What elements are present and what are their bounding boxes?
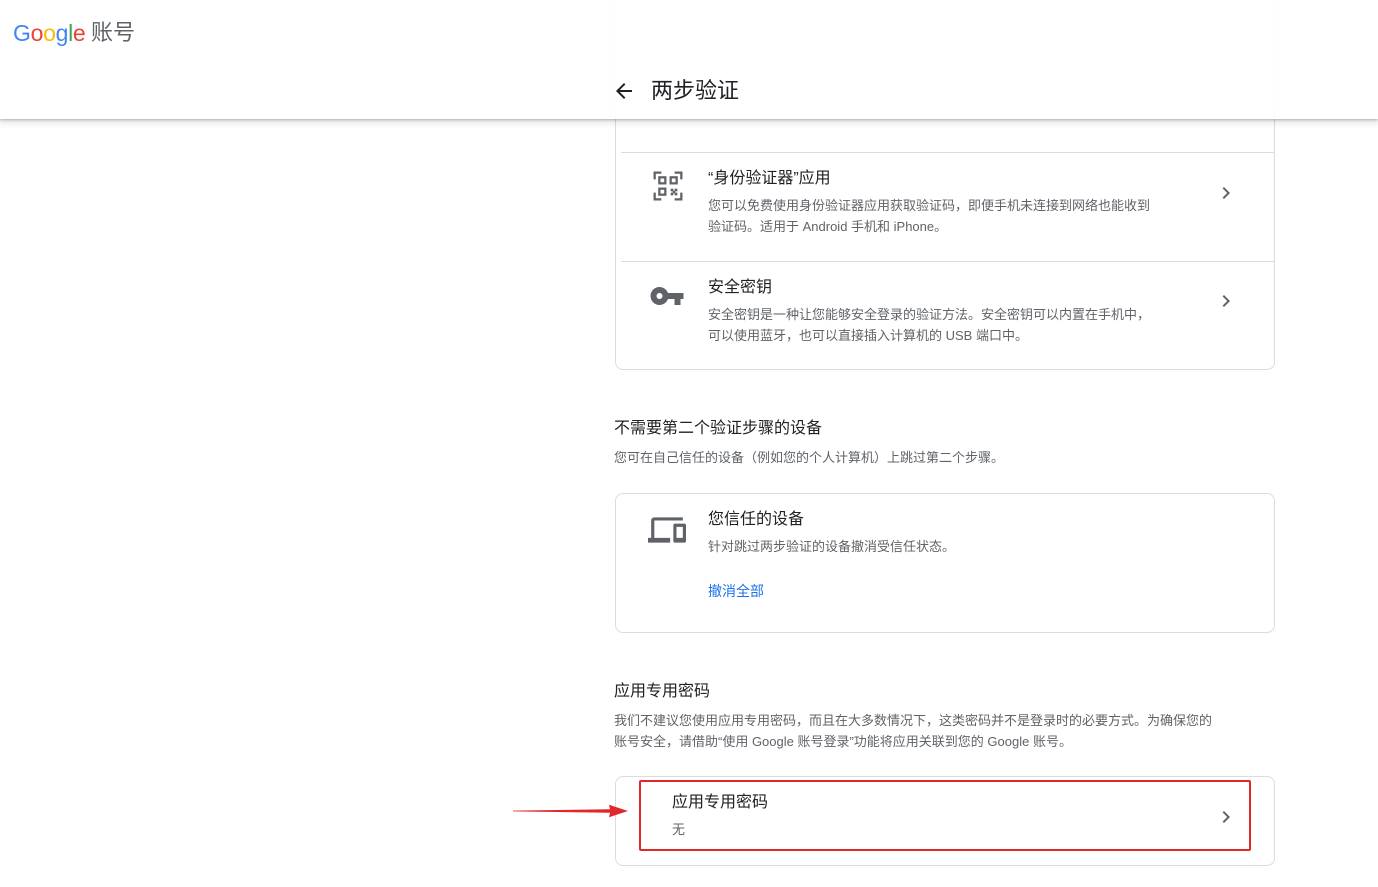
row-divider: [621, 152, 1274, 153]
app-passwords-count: 无: [672, 822, 686, 837]
description-line: 验证码。适用于 Android 手机和 iPhone。: [708, 219, 948, 234]
description-line: 您可以免费使用身份验证器应用获取验证码，即便手机未连接到网络也能收到: [708, 198, 1151, 213]
trusted-devices-subtitle: 您可在自己信任的设备（例如您的个人计算机）上跳过第二个步骤。: [614, 450, 1005, 465]
security-key-row[interactable]: 安全密钥 安全密钥是一种让您能够安全登录的验证方法。安全密钥可以内置在手机中， …: [616, 261, 1274, 369]
trusted-devices-card: 您信任的设备 针对跳过两步验证的设备撤消受信任状态。 撤消全部: [615, 493, 1275, 633]
page-title: 两步验证: [651, 78, 740, 103]
logo-letter: o: [30, 20, 44, 46]
authenticator-app-title: “身份验证器”应用: [708, 170, 831, 187]
app-passwords-card: 应用专用密码 无: [615, 776, 1275, 866]
arrow-shape: [513, 804, 628, 818]
chevron-right-icon[interactable]: [1214, 805, 1238, 829]
logo-letter: g: [55, 20, 69, 46]
key-icon: [650, 287, 684, 305]
logo-letter: o: [43, 20, 56, 46]
top-app-bar: Google 账号 两步验证: [0, 0, 1378, 119]
annotation-arrow-icon: [513, 804, 628, 818]
description-line: 可以使用蓝牙，也可以直接插入计算机的 USB 端口中。: [708, 328, 1028, 343]
chevron-right-icon[interactable]: [1214, 181, 1238, 205]
trusted-devices-description: 针对跳过两步验证的设备撤消受信任状态。: [708, 539, 956, 554]
description-line: 安全密钥是一种让您能够安全登录的验证方法。安全密钥可以内置在手机中，: [708, 307, 1151, 322]
app-passwords-row[interactable]: 应用专用密码 无: [616, 777, 1274, 865]
revoke-all-link[interactable]: 撤消全部: [708, 581, 764, 601]
logo-letter: e: [72, 20, 86, 46]
description-line: 账号安全，请借助“使用 Google 账号登录”功能将应用关联到您的 Googl…: [614, 734, 1072, 749]
row-divider: [621, 261, 1274, 262]
security-key-title: 安全密钥: [708, 279, 773, 296]
trusted-devices-title: 您信任的设备: [708, 511, 805, 528]
authenticator-app-row[interactable]: “身份验证器”应用 您可以免费使用身份验证器应用获取验证码，即便手机未连接到网络…: [616, 152, 1274, 261]
description-line: 我们不建议您使用应用专用密码，而且在大多数情况下，这类密码并不是登录时的必要方式…: [614, 713, 1213, 728]
authenticator-app-description: 您可以免费使用身份验证器应用获取验证码，即便手机未连接到网络也能收到 验证码。适…: [708, 195, 1150, 237]
chevron-right-icon[interactable]: [1214, 289, 1238, 313]
arrow-back-icon[interactable]: [612, 79, 636, 103]
app-passwords-description: 我们不建议您使用应用专用密码，而且在大多数情况下，这类密码并不是登录时的必要方式…: [614, 710, 1212, 752]
logo-letter: G: [13, 20, 31, 46]
google-logo[interactable]: Google: [13, 18, 86, 48]
qr-code-icon: [653, 171, 683, 201]
app-passwords-title: 应用专用密码: [672, 794, 769, 811]
devices-icon: [648, 517, 686, 543]
trusted-devices-heading: 不需要第二个验证步骤的设备: [614, 420, 823, 437]
security-key-description: 安全密钥是一种让您能够安全登录的验证方法。安全密钥可以内置在手机中， 可以使用蓝…: [708, 304, 1150, 346]
app-passwords-heading: 应用专用密码: [614, 683, 711, 700]
product-name[interactable]: 账号: [91, 18, 135, 48]
